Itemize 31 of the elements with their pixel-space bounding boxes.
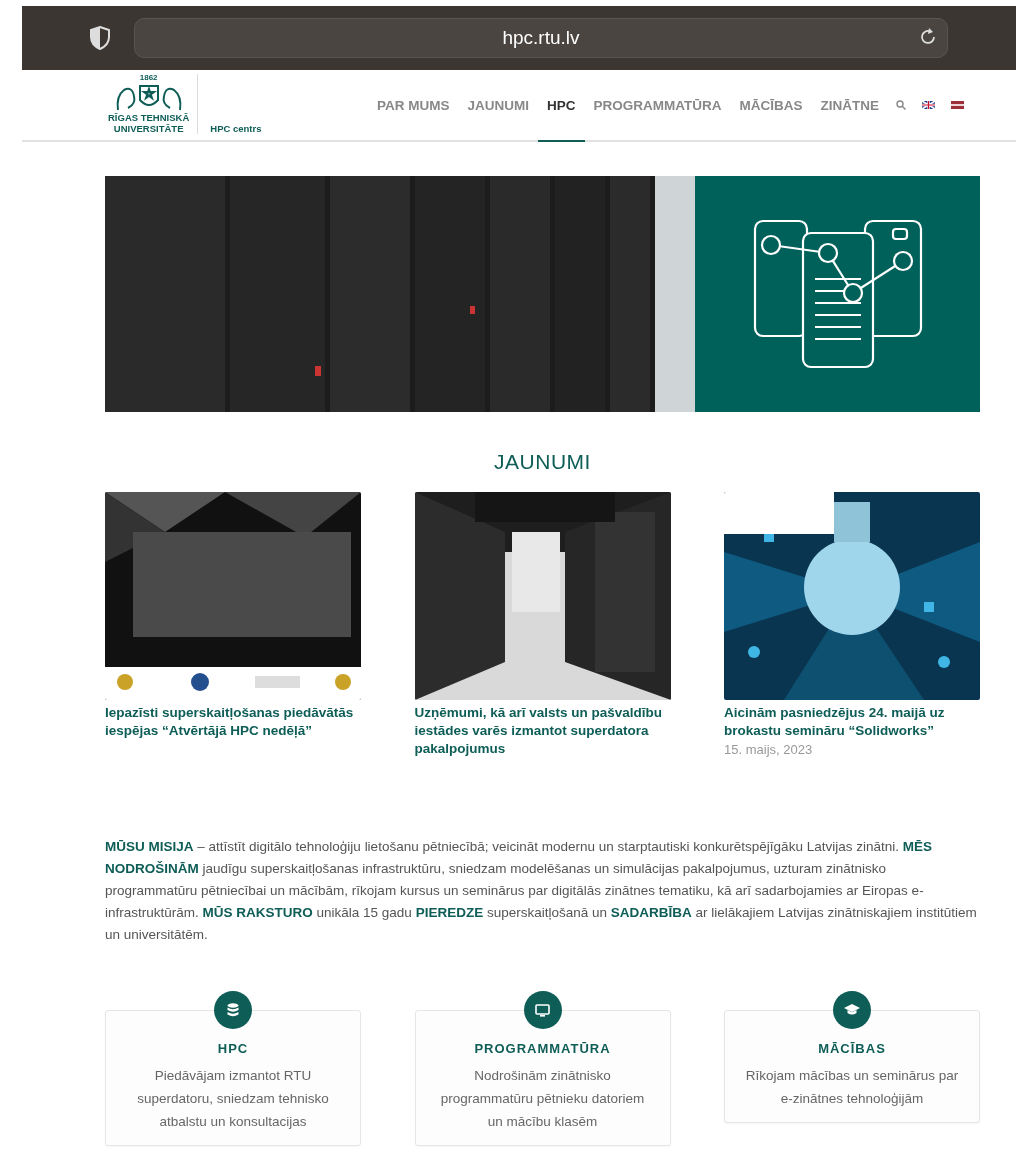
card-text: Piedāvājam izmantot RTU superdatoru, sniedzam tehnisko atbalstu un konsultacijas [136,1067,330,1131]
database-icon [227,1003,239,1017]
mission-paragraph: MŪSU MISIJA – attīstīt digitālo tehnoloģiju lietošanu pētniecībā; veicināt modernu un starptautiski konkurētspējīgāku Latvijas zinātni. MĒS NODROŠINĀM jaudīgu superskaitļošanas infrastruktūru, sniedzam modelēšanas un simulācijas pakalpojumus, uzturam zinātnisko programmatūru pētniecībai un mācībām, rīkojam kursus un seminārus par digitālās zinātnes tematiku, kā arī sadarbojamies ar Eiropas e-infrastruktūrām. MŪS RAKSTURO unikāla 15 gadu PIEREDZE superskaitļošanā un SADARBĪBA ar lielākajiem Latvijas zinātniskajiem institūtiem un universitātēm. [105,838,978,944]
reload-icon[interactable] [919,28,937,46]
card-text: Rīkojam mācības un seminārus par e-zinātnes tehnoloģijām [744,1067,960,1108]
news-title-link[interactable]: Aicinām pasniedzējus 24. maijā uz brokastu semināru “Solidworks” [724,704,980,740]
logo-name: RĪGAS TEHNISKĀ [108,112,190,123]
graduation-cap-icon [844,1004,860,1016]
flag-icon[interactable] [951,101,964,109]
card-title: HPC [216,1041,250,1056]
logo-subtitle: HPC centrs [210,123,262,134]
card-text: Nodrošinām zinātnisko programmatūru pētnieku datoriem un mācību klasēm [439,1067,646,1131]
nav-tab[interactable]: PAR MUMS [367,70,459,142]
address-bar[interactable]: hpc.rtu.lv [134,18,948,58]
monitor-icon [535,1003,550,1017]
section-heading: JAUNUMI [493,450,592,474]
news-title-link[interactable]: Iepazīsti superskaitļošanas piedāvātās iespējas “Atvērtājā HPC nedēļā” [105,704,361,740]
card-title: PROGRAMMATŪRA [473,1041,612,1056]
shield-icon[interactable] [90,26,110,50]
logo-year: 1862 [139,74,158,82]
nav-tab[interactable]: ZINĀTNE [811,70,888,142]
nav-tab[interactable]: JAUNUMI [458,70,538,142]
card-title: MĀCĪBAS [817,1041,887,1056]
logo-name: UNIVERSITĀTE [113,123,184,134]
search-icon[interactable] [896,100,906,110]
news-title-link[interactable]: Uzņēmumi, kā arī valsts un pašvaldību iestādes varēs izmantot superdatora pakalpojumus [414,704,671,758]
news-date: 15. maijs, 2023 [724,742,814,757]
flag-icon[interactable] [922,101,935,109]
nav-tab[interactable]: PROGRAMMATŪRA [584,70,731,142]
nav-tab[interactable]: MĀCĪBAS [730,70,812,142]
nav-tab[interactable]: HPC [538,70,585,142]
